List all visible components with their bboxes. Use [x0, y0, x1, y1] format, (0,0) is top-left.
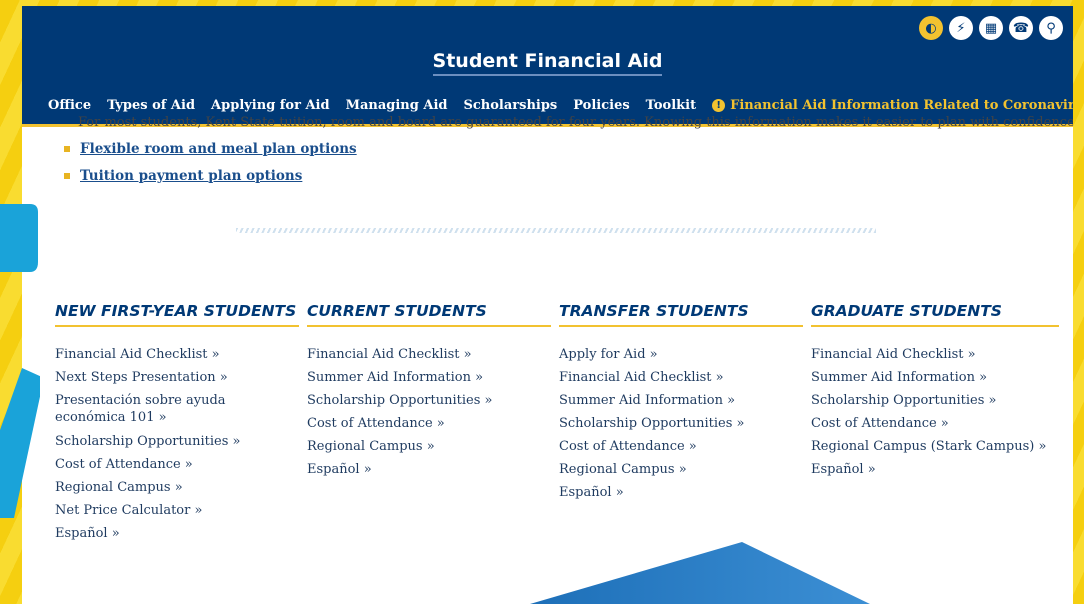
column-links: Apply for Aid » Financial Aid Checklist … [559, 343, 803, 504]
list-item[interactable]: Next Steps Presentation » [55, 366, 299, 389]
list-item[interactable]: Net Price Calculator » [55, 499, 299, 522]
list-item[interactable]: Financial Aid Checklist » [55, 343, 299, 366]
column-new-first-year: New First-Year Students Financial Aid Ch… [55, 276, 299, 545]
list-item[interactable]: Cost of Attendance » [55, 453, 299, 476]
list-item[interactable]: Financial Aid Checklist » [811, 343, 1059, 366]
list-item[interactable]: Español » [559, 481, 803, 504]
list-item[interactable]: Regional Campus » [55, 476, 299, 499]
list-item[interactable]: Scholarship Opportunities » [559, 412, 803, 435]
list-item[interactable]: Español » [811, 458, 1059, 481]
list-item[interactable]: Cost of Attendance » [559, 435, 803, 458]
list-item[interactable]: Español » [55, 522, 299, 545]
nav-item-covid[interactable]: ! Financial Aid Information Related to C… [712, 98, 1073, 113]
nav-item-toolkit[interactable]: Toolkit [646, 98, 696, 113]
list-item: Flexible room and meal plan options [64, 141, 357, 157]
list-item[interactable]: Financial Aid Checklist » [559, 366, 803, 389]
nav-item-scholarships[interactable]: Scholarships [463, 98, 557, 113]
nav-item-managing-aid[interactable]: Managing Aid [346, 98, 448, 113]
column-current-students: Current Students Financial Aid Checklist… [307, 276, 551, 481]
nav-item-applying-for-aid[interactable]: Applying for Aid [211, 98, 330, 113]
list-item[interactable]: Apply for Aid » [559, 343, 803, 366]
list-item[interactable]: Summer Aid Information » [307, 366, 551, 389]
list-item[interactable]: Scholarship Opportunities » [55, 430, 299, 453]
column-heading: New First-Year Students [55, 276, 299, 327]
list-item[interactable]: Cost of Attendance » [307, 412, 551, 435]
column-heading: Current Students [307, 276, 551, 327]
list-item[interactable]: Financial Aid Checklist » [307, 343, 551, 366]
list-item: Tuition payment plan options [64, 168, 357, 184]
list-item[interactable]: Regional Campus (Stark Campus) » [811, 435, 1059, 458]
list-item[interactable]: Regional Campus » [307, 435, 551, 458]
tuition-payment-plan-link[interactable]: Tuition payment plan options [80, 168, 302, 184]
column-links: Financial Aid Checklist » Next Steps Pre… [55, 343, 299, 545]
intro-text: For most students, Kent State tuition, r… [78, 115, 1073, 130]
column-heading: Graduate Students [811, 276, 1059, 327]
bullet-icon [64, 146, 70, 152]
page-content: ◐ ⚡ ▦ ☎ ⚲ Student Financial Aid Office T… [22, 6, 1073, 604]
covid-label: Financial Aid Information Related to Cor… [730, 98, 1073, 113]
room-meal-plan-link[interactable]: Flexible room and meal plan options [80, 141, 357, 157]
column-links: Financial Aid Checklist » Summer Aid Inf… [307, 343, 551, 481]
nav-item-office[interactable]: Office [48, 98, 91, 113]
utility-icons: ◐ ⚡ ▦ ☎ ⚲ [919, 16, 1063, 40]
nav-item-policies[interactable]: Policies [573, 98, 629, 113]
column-transfer-students: Transfer Students Apply for Aid » Financ… [559, 276, 803, 504]
site-header: ◐ ⚡ ▦ ☎ ⚲ Student Financial Aid Office T… [22, 6, 1073, 127]
intro-links: Flexible room and meal plan options Tuit… [64, 141, 357, 195]
section-divider [236, 228, 876, 233]
alert-icon: ! [712, 99, 726, 112]
flash-icon[interactable]: ⚡ [949, 16, 973, 40]
site-title[interactable]: Student Financial Aid [22, 50, 1073, 76]
column-heading: Transfer Students [559, 276, 803, 327]
list-item[interactable]: Presentación sobre ayuda económica 101 » [55, 392, 299, 426]
list-item[interactable]: Scholarship Opportunities » [307, 389, 551, 412]
bullet-icon [64, 173, 70, 179]
column-links: Financial Aid Checklist » Summer Aid Inf… [811, 343, 1059, 481]
main-nav: Office Types of Aid Applying for Aid Man… [48, 98, 1073, 113]
phone-icon[interactable]: ☎ [1009, 16, 1033, 40]
list-item[interactable]: Summer Aid Information » [559, 389, 803, 412]
calendar-icon[interactable]: ▦ [979, 16, 1003, 40]
list-item[interactable]: Cost of Attendance » [811, 412, 1059, 435]
list-item[interactable]: Scholarship Opportunities » [811, 389, 1059, 412]
list-item[interactable]: Español » [307, 458, 551, 481]
nav-item-types-of-aid[interactable]: Types of Aid [107, 98, 195, 113]
column-graduate-students: Graduate Students Financial Aid Checklis… [811, 276, 1059, 481]
list-item[interactable]: Regional Campus » [559, 458, 803, 481]
kent-state-logo-icon[interactable]: ◐ [919, 16, 943, 40]
list-item[interactable]: Summer Aid Information » [811, 366, 1059, 389]
location-pin-icon[interactable]: ⚲ [1039, 16, 1063, 40]
